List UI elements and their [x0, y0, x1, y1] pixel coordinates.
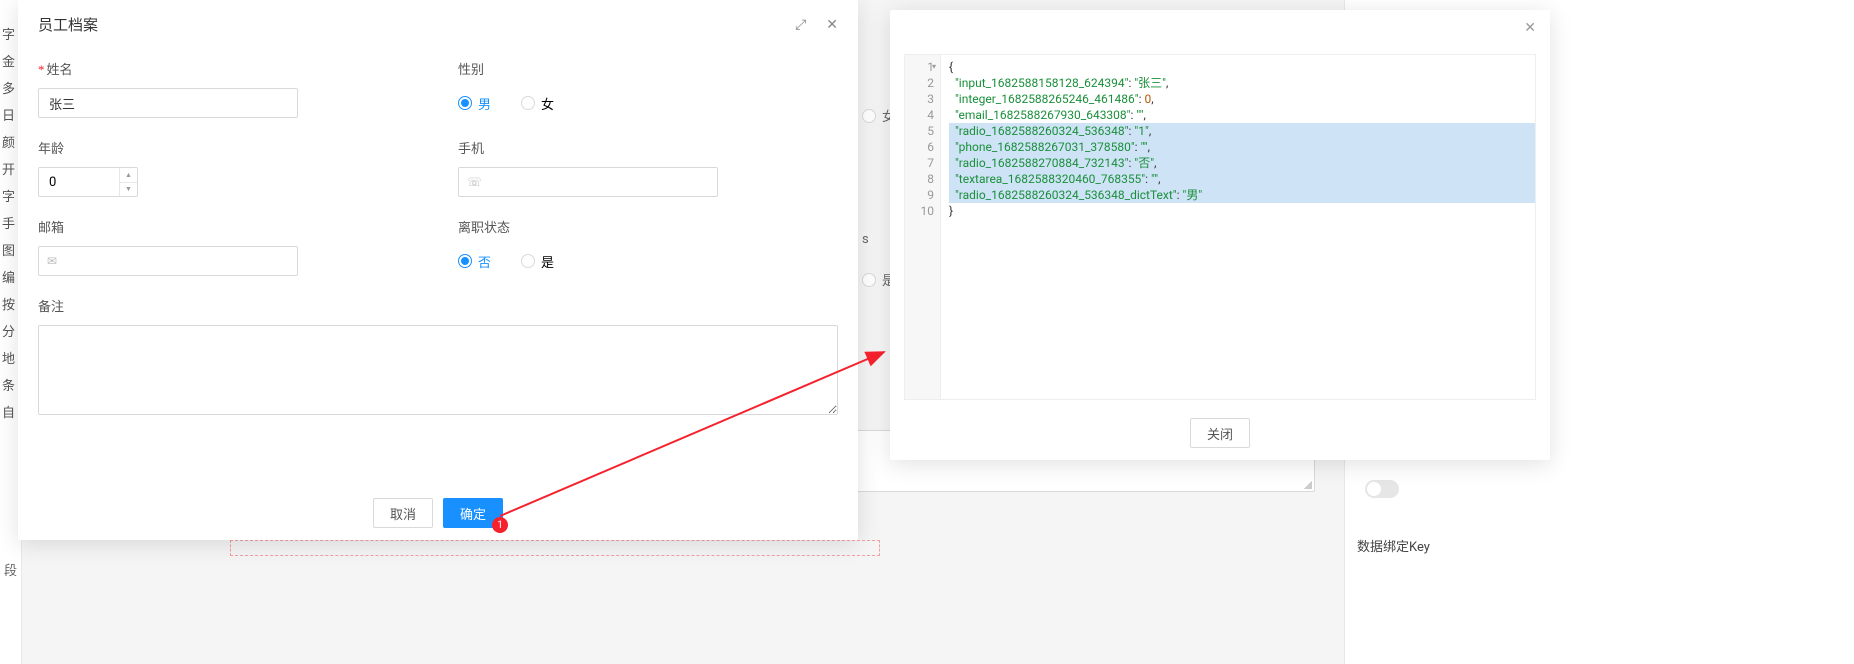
gender-female-radio[interactable]: 女 [521, 94, 554, 113]
name-input[interactable] [38, 88, 298, 118]
radio-icon [521, 254, 535, 268]
email-label: 邮箱 [38, 217, 418, 236]
bg-label-partial: s [862, 232, 869, 247]
cancel-button[interactable]: 取消 [373, 498, 433, 528]
ok-button[interactable]: 确定 1 [443, 498, 503, 528]
phone-input[interactable] [458, 167, 718, 197]
data-bind-key-label: 数据绑定Key [1357, 536, 1430, 555]
email-input[interactable] [38, 246, 298, 276]
leave-no-radio[interactable]: 否 [458, 252, 491, 271]
radio-icon [521, 96, 535, 110]
leave-radio-group: 否 是 [458, 246, 838, 276]
remark-label: 备注 [38, 296, 838, 315]
phone-icon: ☏ [467, 175, 482, 189]
phone-label: 手机 [458, 138, 838, 157]
modal-title: 员工档案 [38, 14, 98, 35]
bg-dashed-dropzone[interactable] [230, 540, 880, 556]
gender-label: 性别 [458, 59, 838, 78]
expand-icon[interactable]: ⤢ [795, 17, 806, 33]
name-label: *姓名 [38, 59, 418, 78]
close-button[interactable]: 关闭 [1190, 418, 1250, 448]
toggle-switch[interactable] [1365, 480, 1399, 498]
gender-radio-group: 男 女 [458, 88, 838, 118]
gender-male-radio[interactable]: 男 [458, 94, 491, 113]
leave-yes-radio[interactable]: 是 [521, 252, 554, 271]
radio-icon [458, 254, 472, 268]
json-editor[interactable]: 12345678910 { "input_1682588158128_62439… [904, 54, 1536, 400]
mail-icon: ✉ [47, 254, 57, 268]
age-input[interactable]: ▲ ▼ [38, 167, 138, 197]
radio-icon [458, 96, 472, 110]
stepper-down-icon[interactable]: ▼ [120, 183, 137, 197]
leave-status-label: 离职状态 [458, 217, 838, 236]
close-icon[interactable]: ✕ [1524, 20, 1536, 36]
close-icon[interactable]: ✕ [826, 17, 838, 33]
employee-form-modal: 员工档案 ⤢ ✕ *姓名 性别 男 女 [18, 0, 858, 540]
json-gutter: 12345678910 [905, 55, 941, 399]
ok-badge: 1 [492, 517, 508, 533]
json-code[interactable]: { "input_1682588158128_624394": "张三", "i… [941, 55, 1535, 399]
json-data-modal: ✕ 12345678910 { "input_1682588158128_624… [890, 10, 1550, 460]
stepper-up-icon[interactable]: ▲ [120, 168, 137, 183]
age-label: 年龄 [38, 138, 418, 157]
remark-textarea[interactable] [38, 325, 838, 415]
bg-label-field: 段 [4, 560, 17, 579]
